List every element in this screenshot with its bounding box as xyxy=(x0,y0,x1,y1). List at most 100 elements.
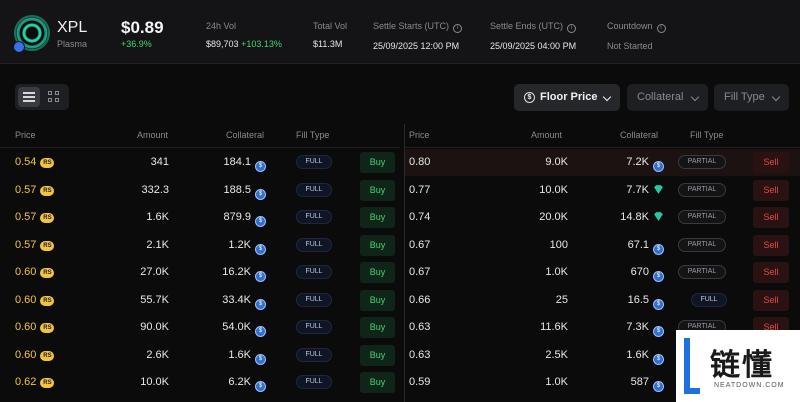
sell-button[interactable]: Sell xyxy=(753,262,789,283)
collateral-value: 67.1 xyxy=(627,238,649,251)
sell-button[interactable]: Sell xyxy=(753,207,789,228)
order-amount: 1.0K xyxy=(545,266,568,278)
sell-button[interactable]: Sell xyxy=(753,289,789,311)
sell-button[interactable]: Sell xyxy=(753,179,789,201)
stat-total-vol: Total Vol $11.3M xyxy=(313,21,347,49)
price-badge-icon: RS xyxy=(40,185,55,196)
price-badge-icon: RS xyxy=(40,268,55,278)
price-value: 0.57 xyxy=(15,238,37,251)
order-collateral: 67.1 $ xyxy=(628,239,664,255)
fill-type-badge: FULL xyxy=(296,155,332,169)
token-price: $0.89 xyxy=(121,18,164,37)
usdc-coin-icon: $ xyxy=(255,243,266,255)
order-collateral: 184.1 $ xyxy=(223,156,266,172)
order-amount: 10.0K xyxy=(539,183,568,196)
col-fill-type: Fill Type xyxy=(296,130,330,140)
price-badge-icon: RS xyxy=(40,158,55,168)
collateral-value: 879.9 xyxy=(223,211,251,223)
buy-button[interactable]: Buy xyxy=(360,344,395,366)
buy-button[interactable]: Buy xyxy=(360,179,395,201)
usdc-coin-icon: $ xyxy=(255,298,266,310)
collateral-value: 6.2K xyxy=(228,376,251,388)
buy-button[interactable]: Buy xyxy=(360,289,395,311)
price-badge-icon: RS xyxy=(40,213,55,223)
fill-type-badge: FULL xyxy=(296,182,332,197)
order-collateral: 16.2K $ xyxy=(222,266,266,282)
order-amount: 2.5K xyxy=(545,348,568,361)
usdc-coin-icon: $ xyxy=(255,326,266,337)
buy-order-row: 0.57 RS 332.3 188.5 $ FULL Buy xyxy=(0,177,400,204)
stat-24h-vol: 24h Vol $89,703 +103.13% xyxy=(206,21,282,49)
price-badge-icon: RS xyxy=(40,350,55,361)
price-badge-icon: RS xyxy=(40,295,55,306)
order-collateral: 670 $ xyxy=(631,266,664,282)
fill-type-badge: PARTIAL xyxy=(678,265,726,279)
order-price: 0.60 RS xyxy=(15,266,55,278)
collateral-dropdown[interactable]: Collateral xyxy=(627,84,708,111)
buy-button[interactable]: Buy xyxy=(360,372,395,393)
buy-button[interactable]: Buy xyxy=(360,262,395,283)
collateral-value: 587 xyxy=(630,376,649,388)
collateral-value: 184.1 xyxy=(223,156,251,168)
sell-button[interactable]: Sell xyxy=(753,152,789,173)
buy-button[interactable]: Buy xyxy=(360,152,395,173)
price-change: +36.9% xyxy=(121,39,152,49)
chevron-down-icon xyxy=(602,92,612,102)
order-collateral: 1.6K $ xyxy=(626,349,664,365)
grid-view-icon[interactable] xyxy=(43,87,65,107)
fill-type-badge: FULL xyxy=(296,375,332,389)
order-amount: 20.0K xyxy=(539,211,568,223)
buy-order-row: 0.60 RS 2.6K 1.6K $ FULL Buy xyxy=(0,342,400,369)
fill-type-badge: PARTIAL xyxy=(678,155,726,169)
info-icon[interactable]: i xyxy=(656,24,666,33)
collateral-value: 16.5 xyxy=(627,293,649,306)
collateral-value: 1.2K xyxy=(228,238,251,251)
price-value: 0.62 xyxy=(15,376,37,388)
order-price: 0.67 xyxy=(409,266,431,278)
dropdown-label: Floor Price xyxy=(540,91,598,103)
stat-label: Countdown xyxy=(607,21,653,31)
order-price: 0.77 xyxy=(409,183,431,196)
watermark-mark-icon xyxy=(684,338,700,394)
order-amount: 10.0K xyxy=(140,376,169,388)
order-collateral: 879.9 $ xyxy=(223,211,266,227)
stat-value: Not Started xyxy=(607,41,653,51)
buy-button[interactable]: Buy xyxy=(360,234,395,256)
sell-order-row: 0.80 9.0K 7.2K $ PARTIAL Sell xyxy=(405,149,800,176)
list-view-icon[interactable] xyxy=(18,87,40,107)
usdc-coin-icon: $ xyxy=(653,326,664,337)
fill-type-dropdown[interactable]: Fill Type xyxy=(714,84,789,111)
stat-change: +103.13% xyxy=(241,39,282,49)
fill-type-badge: PARTIAL xyxy=(678,182,726,197)
order-amount: 2.1K xyxy=(146,238,169,251)
stat-value: $89,703 xyxy=(206,39,239,49)
collateral-value: 16.2K xyxy=(222,266,251,278)
usdc-coin-icon: $ xyxy=(255,271,266,282)
buy-button[interactable]: Buy xyxy=(360,207,395,228)
table-header: Price Amount Collateral Fill Type xyxy=(405,124,800,148)
order-amount: 2.6K xyxy=(146,348,169,361)
order-price: 0.57 RS xyxy=(15,184,55,196)
price-value: 0.54 xyxy=(15,156,37,168)
view-toggle xyxy=(15,84,69,110)
fill-type-badge: FULL xyxy=(296,237,332,252)
col-fill-type: Fill Type xyxy=(690,130,724,140)
order-amount: 341 xyxy=(150,156,169,168)
buy-button[interactable]: Buy xyxy=(360,317,395,338)
price-value: 0.60 xyxy=(15,348,37,361)
chevron-down-icon xyxy=(690,92,700,102)
collateral-value: 7.3K xyxy=(626,321,649,333)
info-icon[interactable]: i xyxy=(453,24,463,33)
order-collateral: 1.6K $ xyxy=(228,349,266,365)
stat-settle-starts: Settle Starts (UTC) i 25/09/2025 12:00 PM xyxy=(373,21,463,51)
buy-order-row: 0.57 RS 1.6K 879.9 $ FULL Buy xyxy=(0,204,400,231)
sell-button[interactable]: Sell xyxy=(753,234,789,256)
floor-price-dropdown[interactable]: $ Floor Price xyxy=(514,84,620,111)
usdc-coin-icon: $ xyxy=(653,298,664,310)
order-price: 0.66 xyxy=(409,293,431,306)
collateral-value: 188.5 xyxy=(223,183,251,196)
order-collateral: 1.2K $ xyxy=(228,239,266,255)
order-collateral: 587 $ xyxy=(631,376,664,392)
info-icon[interactable]: i xyxy=(567,24,577,33)
fill-type-badge: PARTIAL xyxy=(678,210,726,224)
